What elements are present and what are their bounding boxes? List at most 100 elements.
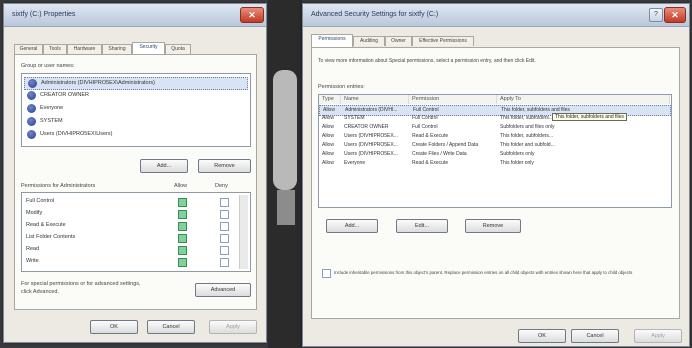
table-cell: Allow [322,133,334,139]
edit-button[interactable]: Edit... [396,219,448,233]
permission-name: Full Control [26,198,55,204]
tooltip: This folder, subfolders and files [552,113,627,121]
advanced-title-bar[interactable]: Advanced Security Settings for sixtfy (C… [303,4,689,27]
intro-text: To view more information about Special p… [318,58,536,64]
allow-checkbox[interactable] [178,198,187,207]
permission-name: Modify [26,210,43,216]
permissions-list: Full Control Modify Read & Execute List … [21,192,251,272]
table-cell: This folder and subfold... [500,142,555,148]
table-cell: Allow [322,142,334,148]
users-icon [27,130,36,139]
cancel-button[interactable]: Cancel [147,320,195,334]
permission-name: List Folder Contents [26,234,76,240]
table-cell: Allow [323,107,335,113]
permission-name: Read [26,246,40,252]
table-cell: Create Folders / Append Data [412,142,479,148]
apply-button[interactable]: Apply [209,320,257,334]
apply-button[interactable]: Apply [634,329,682,343]
table-row[interactable]: Allow CREATOR OWNER Full Control Subfolders… [319,123,671,132]
deny-checkbox[interactable] [220,222,229,231]
tab-hardware[interactable]: Hardware [67,44,102,54]
column-name[interactable]: Name [341,95,409,104]
deny-checkbox[interactable] [220,210,229,219]
cancel-button[interactable]: Cancel [571,329,619,343]
inherit-permissions-checkbox[interactable] [322,269,331,278]
allow-checkbox[interactable] [178,210,187,219]
table-cell: This folder only [500,160,534,166]
table-row[interactable]: Allow Users (DIVHIPRO5EX... Create Folders… [319,141,671,150]
background-shape [277,190,295,225]
allow-checkbox[interactable] [178,258,187,267]
tab-quota[interactable]: Quota [165,44,191,54]
permission-name: Read & Execute [26,222,66,228]
column-type[interactable]: Type [319,95,341,104]
list-item[interactable]: Everyone [24,103,248,114]
table-cell: Full Control [412,115,438,121]
tab-sharing[interactable]: Sharing [102,44,132,54]
deny-checkbox[interactable] [220,258,229,267]
permission-name: Write [26,258,39,264]
table-cell: Everyone [344,160,366,166]
close-icon[interactable]: ✕ [664,7,686,23]
column-permission[interactable]: Permission [409,95,497,104]
table-cell: Administrators (DIVHI... [345,107,398,113]
table-cell: Users (DIVHIPRO5EX... [344,133,398,139]
deny-checkbox[interactable] [220,234,229,243]
table-cell: Users (DIVHIPRO5EX... [344,151,398,157]
table-cell: CREATOR OWNER [344,124,389,130]
list-item[interactable]: SYSTEM [24,116,248,127]
allow-checkbox[interactable] [178,246,187,255]
users-icon [27,117,36,126]
users-icon [28,79,37,88]
desktop-background [268,0,302,348]
allow-checkbox[interactable] [178,222,187,231]
table-cell: Create Files / Write Data [412,151,467,157]
inherit-permissions-text: Include inheritable permissions from thi… [334,270,633,275]
deny-checkbox[interactable] [220,246,229,255]
advanced-button[interactable]: Advanced [195,283,251,297]
table-cell: Users (DIVHIPRO5EX... [344,142,398,148]
ok-button[interactable]: OK [90,320,138,334]
allow-checkbox[interactable] [178,234,187,243]
remove-button[interactable]: Remove [465,219,521,233]
properties-title: sixtfy (C:) Properties [12,11,76,18]
table-cell: Allow [322,160,334,166]
column-apply-to[interactable]: Apply To [497,95,670,104]
list-item[interactable]: CREATOR OWNER [24,90,248,101]
background-shape [273,70,297,190]
ok-button[interactable]: OK [518,329,566,343]
table-cell: Full Control [412,124,438,130]
tab-general[interactable]: General [14,44,43,54]
permission-entries-table[interactable]: Type Name Permission Apply To Allow Admin… [318,94,672,208]
properties-title-bar[interactable]: sixtfy (C:) Properties ✕ [4,4,266,27]
deny-checkbox[interactable] [220,198,229,207]
group-names-label: Group or user names: [21,63,75,69]
special-permissions-text: For special permissions or for advanced … [21,281,141,287]
list-item[interactable]: Users (DIVHIPRO5EX\Users) [24,129,248,140]
tab-permissions[interactable]: Permissions [311,34,353,47]
special-permissions-text-2: click Advanced. [21,289,59,295]
allow-column-label: Allow [174,183,188,189]
tab-tools[interactable]: Tools [43,44,67,54]
tab-auditing[interactable]: Auditing [353,36,385,46]
table-row[interactable]: Allow Everyone Read & Execute This folder o… [319,159,671,168]
tab-owner[interactable]: Owner [385,36,412,46]
remove-button[interactable]: Remove [198,159,251,173]
permissions-scrollbar[interactable] [239,195,248,269]
group-names-list[interactable]: Administrators (DIVHIPRO5EX\Administrato… [21,73,251,147]
table-cell: Subfolders and files only [500,124,555,130]
table-cell: Read & Execute [412,133,449,139]
tab-effective-permissions[interactable]: Effective Permissions [412,36,474,46]
add-button[interactable]: Add... [140,159,188,173]
deny-column-label: Deny [215,183,228,189]
permissions-tab-panel: To view more information about Special p… [311,47,680,319]
table-row[interactable]: Allow Users (DIVHIPRO5EX... Read & Execute… [319,132,671,141]
users-icon [27,104,36,113]
add-button[interactable]: Add... [326,219,378,233]
close-icon[interactable]: ✕ [240,7,264,23]
table-cell: Read & Execute [412,160,449,166]
table-cell: Full Control [413,107,439,113]
help-icon[interactable]: ? [649,8,663,22]
table-row[interactable]: Allow Users (DIVHIPRO5EX... Create Files /… [319,150,671,159]
list-item[interactable]: Administrators (DIVHIPRO5EX\Administrato… [24,77,248,90]
